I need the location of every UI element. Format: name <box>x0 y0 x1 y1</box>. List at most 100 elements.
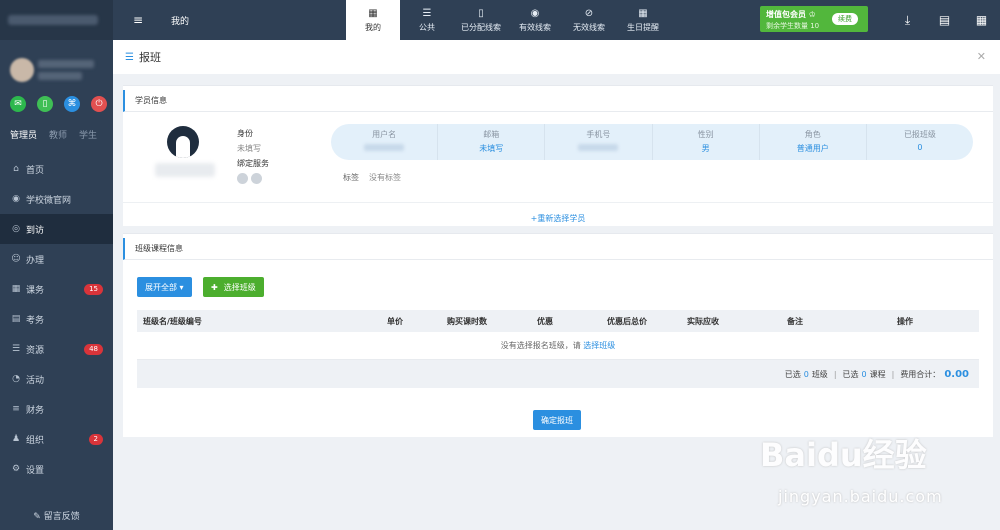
tab-label: 已分配线索 <box>461 22 501 32</box>
power-icon[interactable]: ⏻ <box>91 96 107 112</box>
expand-all-button[interactable]: 展开全部 ▾ <box>137 277 192 297</box>
card-icon: ▤ <box>11 314 21 324</box>
empty-text: 没有选择报名班级，请 <box>500 341 581 350</box>
class-table: 班级名/班级编号 单价 购买课时数 优惠 优惠后总价 实际应收 备注 操作 没有… <box>137 310 979 388</box>
sidebar-item-website[interactable]: ◉ 学校微官网 <box>0 184 113 214</box>
tags-row: 标签 没有标签 <box>343 172 401 183</box>
count-badge: 48 <box>84 343 103 355</box>
tab-public[interactable]: ☰ 公共 <box>400 0 454 40</box>
blurred-username <box>38 60 94 68</box>
avatar[interactable] <box>10 58 34 82</box>
col-remark: 备注 <box>787 316 803 326</box>
menu-toggle-icon[interactable]: ≡ <box>133 13 143 27</box>
button-label: 选择班级 <box>223 282 256 292</box>
col-class-name: 班级名/班级编号 <box>143 316 202 326</box>
topbar-title: 我的 <box>171 17 190 27</box>
stat-value[interactable]: 未填写 <box>438 143 544 154</box>
activity-icon: ◔ <box>12 374 20 384</box>
sidebar-item-label: 组织 <box>26 435 45 446</box>
tab-valid-leads[interactable]: ◉ 有效线索 <box>508 0 562 40</box>
sidebar-item-exams[interactable]: ▤ 考务 <box>0 304 113 334</box>
stat-username: 用户名 <box>331 124 439 160</box>
list-icon: ☰ <box>422 7 432 19</box>
role-student[interactable]: 学生 <box>79 128 97 141</box>
stat-label: 角色 <box>804 130 821 139</box>
divider: | <box>833 369 837 379</box>
course-count: 0 <box>861 369 867 379</box>
comment-icon: ✎ <box>33 512 44 522</box>
sidebar-item-visit[interactable]: ◎ 到访 <box>0 214 113 244</box>
sidebar-item-label: 活动 <box>26 375 45 386</box>
confirm-enroll-button[interactable]: 确定报班 <box>533 410 581 430</box>
tab-invalid-leads[interactable]: ⊘ 无效线索 <box>562 0 616 40</box>
server-icon[interactable]: ▤ <box>926 0 963 40</box>
tab-label: 公共 <box>419 22 435 32</box>
feedback-link[interactable]: ✎ 留言反馈 <box>0 509 113 522</box>
sidebar-item-resources[interactable]: ☰ 资源 48 <box>0 334 113 364</box>
renew-button[interactable]: 续费 <box>832 13 858 25</box>
student-avatar <box>167 126 199 158</box>
sidebar-item-label: 到访 <box>26 225 45 236</box>
role-teacher[interactable]: 教师 <box>49 128 67 141</box>
sidebar-item-handle[interactable]: ☺ 办理 <box>0 244 113 274</box>
stat-gender: 性别男 <box>653 124 760 160</box>
link-icon[interactable] <box>251 173 262 184</box>
class-count: 0 <box>803 369 809 379</box>
sidebar-item-home[interactable]: ⌂ 首页 <box>0 154 113 184</box>
blurred-value <box>364 144 405 151</box>
close-icon[interactable]: ✕ <box>977 50 986 63</box>
tags-value: 没有标签 <box>369 173 401 182</box>
blurred-user-info <box>38 72 82 80</box>
grid-icon[interactable]: ▦ <box>963 0 1000 40</box>
calendar-icon: ▦ <box>11 284 21 294</box>
role-admin[interactable]: 管理员 <box>10 128 37 141</box>
sidebar-item-organization[interactable]: ♟ 组织 2 <box>0 424 113 454</box>
sidebar-item-finance[interactable]: ≡ 财务 <box>0 394 113 424</box>
sidebar-item-label: 资源 <box>26 345 45 356</box>
class-course-card: 班级课程信息 展开全部 ▾ ✚ 选择班级 班级名/班级编号 单价 购买课时数 优惠… <box>123 233 993 437</box>
sidebar-item-label: 学校微官网 <box>26 195 72 206</box>
watermark-url: jingyan.baidu.com <box>778 487 943 506</box>
stat-enrolled-classes: 已报班级 0 <box>867 124 973 160</box>
plus-icon: ✚ <box>211 282 218 292</box>
student-info-card: 学员信息 身份 未填写 绑定服务 用户名 邮箱 未填写 手机号 性别男 角色 普通用… <box>123 85 993 226</box>
tab-assigned-leads[interactable]: ▯ 已分配线索 <box>454 0 508 40</box>
bind-service-label: 绑定服务 <box>237 159 269 168</box>
topbar: ≡ 我的 ▦ 我的 ☰ 公共 ▯ 已分配线索 ◉ 有效线索 ⊘ 无效线索 ▦ 生日提醒 增值… <box>113 0 1000 40</box>
blurred-logo <box>8 15 98 25</box>
select-class-link[interactable]: 选择班级 <box>583 340 615 351</box>
tab-label: 有效线索 <box>519 22 551 32</box>
tags-label: 标签 <box>343 173 359 182</box>
col-discounted-total: 优惠后总价 <box>607 316 647 326</box>
sidebar-item-courses[interactable]: ▦ 课务 15 <box>0 274 113 304</box>
tab-mine[interactable]: ▦ 我的 <box>346 0 400 40</box>
sitemap-icon[interactable]: ⌘ <box>64 96 80 112</box>
list-icon: ☰ <box>125 51 134 63</box>
user-profile[interactable] <box>0 40 113 90</box>
selected-label: 已选 <box>784 369 801 379</box>
sidebar-nav: ⌂ 首页 ◉ 学校微官网 ◎ 到访 ☺ 办理 ▦ 课务 15 ▤ 考务 ☰ 资源 48 ◔ 活动 ≡… <box>0 154 113 484</box>
feedback-label: 留言反馈 <box>43 512 80 522</box>
wechat-icon[interactable]: ✉ <box>10 96 26 112</box>
reselect-student-link[interactable]: +重新选择学员 <box>123 202 993 224</box>
stat-phone: 手机号 <box>545 124 653 160</box>
stat-label: 用户名 <box>372 130 397 139</box>
identity-value: 未填写 <box>237 144 261 153</box>
download-icon[interactable]: ⤓ <box>889 0 926 40</box>
count-badge: 2 <box>88 433 103 445</box>
vip-package-banner[interactable]: 增值包会员 ♔ 剩余学生数量 10 续费 <box>760 6 868 32</box>
select-class-button[interactable]: ✚ 选择班级 <box>203 277 264 297</box>
class-unit: 班级 <box>811 369 828 379</box>
calendar-grid-icon: ▦ <box>638 7 648 19</box>
mobile-icon[interactable]: ▯ <box>37 96 53 112</box>
calendar-icon: ▦ <box>368 7 378 19</box>
wechat-icon[interactable] <box>237 173 248 184</box>
topbar-actions: ⤓ ▤ ▦ <box>889 0 1000 40</box>
sidebar-item-settings[interactable]: ⚙ 设置 <box>0 454 113 484</box>
role-switcher: 管理员 教师 学生 <box>0 126 113 142</box>
tab-birthday-reminder[interactable]: ▦ 生日提醒 <box>616 0 670 40</box>
sidebar-logo-area <box>0 0 113 40</box>
count-badge: 15 <box>84 283 103 295</box>
graduation-icon: ♟ <box>11 434 21 444</box>
sidebar-item-activity[interactable]: ◔ 活动 <box>0 364 113 394</box>
